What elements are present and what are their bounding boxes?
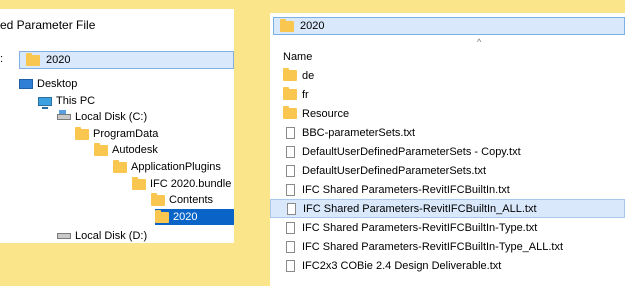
folder-icon: [283, 87, 297, 100]
file-name: DefaultUserDefinedParameterSets.txt: [302, 164, 487, 177]
folder-icon: [155, 209, 169, 223]
tree-item-label: ApplicationPlugins: [131, 161, 221, 173]
file-row[interactable]: IFC Shared Parameters-RevitIFCBuiltIn.tx…: [270, 180, 625, 199]
folder-path-value: 2020: [46, 54, 71, 66]
dialog-title: ed Parameter File: [0, 18, 96, 32]
file-name: DefaultUserDefinedParameterSets - Copy.t…: [302, 145, 521, 158]
file-name: IFC Shared Parameters-RevitIFCBuiltIn-Ty…: [302, 221, 538, 234]
tree-item-label: This PC: [56, 95, 96, 107]
folder-row[interactable]: de: [270, 66, 625, 85]
tree-item[interactable]: Contents: [151, 192, 213, 208]
folder-icon: [26, 52, 40, 66]
tree-item[interactable]: ApplicationPlugins: [113, 159, 221, 175]
icon-slot: [284, 183, 296, 196]
file-name: IFC2x3 COBie 2.4 Design Deliverable.txt: [302, 259, 502, 272]
field-label-fragment: :: [0, 53, 4, 65]
folder-icon: [75, 126, 89, 140]
tree-item-label: Local Disk (D:): [75, 230, 148, 242]
desktop-icon: [19, 79, 33, 89]
sort-ascending-icon: ^: [477, 37, 482, 47]
tree-item-label: Autodesk: [112, 144, 158, 156]
file-name: IFC Shared Parameters-RevitIFCBuiltIn-Ty…: [302, 240, 564, 253]
tree-item[interactable]: Autodesk: [94, 142, 158, 158]
folder-icon: [280, 18, 294, 32]
file-name: de: [302, 69, 315, 82]
tree-item-label: IFC 2020.bundle: [150, 178, 232, 190]
icon-slot: [284, 126, 296, 139]
tree-item-label: Desktop: [37, 78, 78, 90]
folder-icon: [94, 142, 108, 156]
file-row[interactable]: IFC Shared Parameters-RevitIFCBuiltIn-Ty…: [270, 218, 625, 237]
name-column-header[interactable]: Name: [283, 51, 312, 63]
folder-tree-dialog: ed Parameter File : 2020 Desktop This PC L…: [0, 9, 234, 243]
folder-icon: [132, 176, 146, 190]
disk-icon: [57, 110, 71, 120]
text-file-icon: [285, 145, 295, 158]
file-name: BBC-parameterSets.txt: [302, 126, 416, 139]
folder-icon: [151, 192, 165, 206]
tree-item[interactable]: This PC: [38, 93, 95, 109]
file-row[interactable]: DefaultUserDefinedParameterSets.txt: [270, 161, 625, 180]
icon-slot: [284, 145, 296, 158]
tree-item[interactable]: IFC 2020.bundle: [132, 176, 231, 192]
file-row[interactable]: IFC Shared Parameters-RevitIFCBuiltIn-Ty…: [270, 237, 625, 256]
icon-slot: [284, 259, 296, 272]
icon-slot: [283, 68, 297, 81]
icon-slot: [283, 106, 297, 119]
icon-slot: [283, 87, 297, 100]
file-name: IFC Shared Parameters-RevitIFCBuiltIn.tx…: [302, 183, 510, 196]
tree-item[interactable]: Local Disk (C:): [57, 109, 147, 125]
tree-item[interactable]: Desktop: [19, 76, 77, 92]
file-row[interactable]: IFC Shared Parameters-RevitIFCBuiltIn_AL…: [270, 199, 625, 218]
file-row[interactable]: DefaultUserDefinedParameterSets - Copy.t…: [270, 142, 625, 161]
current-folder-bar[interactable]: 2020: [273, 17, 625, 35]
text-file-icon: [285, 259, 295, 272]
text-file-icon: [285, 221, 295, 234]
folder-path-field[interactable]: 2020: [19, 51, 234, 69]
tree-item-label: Local Disk (C:): [75, 111, 148, 123]
text-file-icon: [285, 126, 295, 139]
tree-item[interactable]: Local Disk (D:): [57, 228, 147, 243]
file-name: Resource: [302, 107, 350, 120]
folder-icon: [283, 106, 297, 119]
icon-slot: [284, 221, 296, 234]
folder-row[interactable]: Resource: [270, 104, 625, 123]
file-row[interactable]: IFC2x3 COBie 2.4 Design Deliverable.txt: [270, 256, 625, 275]
file-list-pane: 2020 ^ Name de fr Resource BBC-parameterSet…: [270, 13, 625, 286]
folder-icon: [113, 159, 127, 173]
tree-item[interactable]: ProgramData: [75, 126, 158, 142]
current-folder-value: 2020: [300, 20, 325, 32]
pc-icon: [38, 96, 52, 109]
file-name: fr: [302, 88, 309, 101]
icon-slot: [284, 240, 296, 253]
icon-slot: [284, 164, 296, 177]
text-file-icon: [286, 202, 296, 215]
file-row[interactable]: BBC-parameterSets.txt: [270, 123, 625, 142]
tree-item-label: Contents: [169, 194, 214, 206]
disk-icon: [57, 233, 71, 239]
text-file-icon: [285, 240, 295, 253]
folder-row[interactable]: fr: [270, 85, 625, 104]
text-file-icon: [285, 183, 295, 196]
tree-item-label: ProgramData: [93, 128, 159, 140]
tree-item[interactable]: 2020: [155, 209, 234, 225]
text-file-icon: [285, 164, 295, 177]
folder-icon: [283, 68, 297, 81]
file-name: IFC Shared Parameters-RevitIFCBuiltIn_AL…: [303, 202, 537, 215]
icon-slot: [285, 202, 297, 215]
tree-item-label: 2020: [173, 211, 198, 223]
